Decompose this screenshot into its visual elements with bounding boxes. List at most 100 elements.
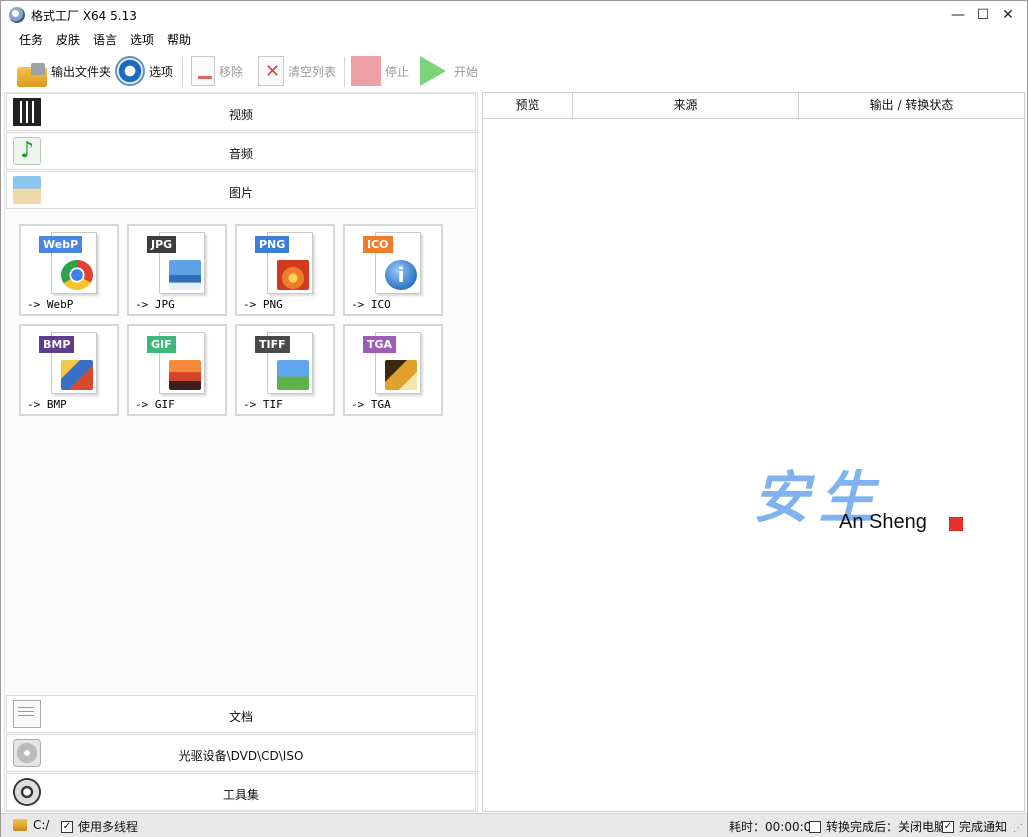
category-tools[interactable]: 工具集 bbox=[6, 773, 476, 811]
options-label: 选项 bbox=[149, 64, 174, 79]
info-icon: i bbox=[385, 260, 417, 290]
category-audio[interactable]: 音频 bbox=[6, 132, 476, 170]
format-tile-webp[interactable]: WebP -> WebP bbox=[19, 224, 119, 316]
column-preview[interactable]: 预览 bbox=[483, 93, 573, 118]
format-tile-tga[interactable]: TGA -> TGA bbox=[343, 324, 443, 416]
output-folder-button[interactable]: 输出文件夹 bbox=[17, 55, 111, 87]
play-icon bbox=[420, 56, 446, 86]
folder-icon bbox=[13, 819, 27, 831]
toolbar: 输出文件夹 选项 移除 清空列表 停止 开始 bbox=[1, 51, 1027, 91]
output-folder-label: 输出文件夹 bbox=[51, 64, 112, 79]
menu-task[interactable]: 任务 bbox=[19, 31, 43, 48]
stop-button[interactable]: 停止 bbox=[351, 55, 409, 87]
category-disc[interactable]: 光驱设备\DVD\CD\ISO bbox=[6, 734, 476, 772]
multithread-label: 使用多线程 bbox=[78, 820, 139, 834]
after-done-checkbox[interactable]: 转换完成后：关闭电脑 bbox=[809, 818, 946, 835]
menu-skin[interactable]: 皮肤 bbox=[56, 31, 80, 48]
format-label: -> TIF bbox=[243, 398, 283, 411]
multithread-checkbox[interactable]: ✓ 使用多线程 bbox=[61, 818, 138, 835]
format-tile-png[interactable]: PNG -> PNG bbox=[235, 224, 335, 316]
notify-checkbox[interactable]: ✓ 完成通知 bbox=[942, 818, 1007, 835]
meadow-photo-icon bbox=[277, 360, 309, 390]
category-panel: 视频 音频 图片 WebP -> WebP JPG -> JPG PNG -> bbox=[4, 92, 478, 812]
remove-label: 移除 bbox=[219, 64, 244, 79]
options-icon bbox=[115, 56, 145, 86]
elapsed-time: 耗时：00:00:00 bbox=[729, 818, 819, 835]
format-badge: BMP bbox=[39, 336, 75, 353]
start-button[interactable]: 开始 bbox=[420, 55, 478, 87]
toolbar-divider bbox=[182, 57, 183, 87]
app-window: 格式工厂 X64 5.13 — ☐ ✕ 任务 皮肤 语言 选项 帮助 输出文件夹… bbox=[0, 0, 1028, 837]
category-label: 光驱设备\DVD\CD\ISO bbox=[178, 749, 304, 763]
format-badge: TGA bbox=[363, 336, 397, 353]
category-label: 音频 bbox=[228, 147, 253, 161]
autumn-photo-icon bbox=[385, 360, 417, 390]
toolbar-divider bbox=[344, 57, 345, 87]
paint-icon bbox=[61, 360, 93, 390]
category-video[interactable]: 视频 bbox=[6, 93, 476, 131]
drive-label: C:/ bbox=[33, 818, 50, 832]
menu-options[interactable]: 选项 bbox=[130, 31, 154, 48]
format-badge: WebP bbox=[39, 236, 83, 253]
category-label: 图片 bbox=[228, 186, 253, 200]
menu-bar: 任务 皮肤 语言 选项 帮助 bbox=[1, 29, 1027, 49]
category-document[interactable]: 文档 bbox=[6, 695, 476, 733]
task-list-panel[interactable]: 预览 来源 输出 / 转换状态 安生 An Sheng bbox=[482, 92, 1025, 812]
watermark-english: An Sheng bbox=[839, 511, 927, 533]
stop-label: 停止 bbox=[385, 64, 410, 79]
category-label: 视频 bbox=[228, 108, 253, 122]
format-badge: TIFF bbox=[255, 336, 290, 353]
close-button[interactable]: ✕ bbox=[985, 1, 1028, 29]
format-label: -> ICO bbox=[351, 298, 391, 311]
start-label: 开始 bbox=[454, 64, 479, 79]
checkbox-checked-icon: ✓ bbox=[942, 820, 954, 833]
format-label: -> BMP bbox=[27, 398, 67, 411]
landscape-photo-icon bbox=[169, 260, 201, 290]
stop-icon bbox=[351, 56, 381, 86]
clear-list-label: 清空列表 bbox=[288, 64, 337, 79]
chrome-icon bbox=[61, 260, 93, 290]
watermark-logo: 安生 An Sheng bbox=[753, 453, 983, 533]
format-label: -> JPG bbox=[135, 298, 175, 311]
format-label: -> TGA bbox=[351, 398, 391, 411]
elapsed-time-text: 耗时：00:00:00 bbox=[729, 820, 819, 834]
format-label: -> GIF bbox=[135, 398, 175, 411]
format-badge: JPG bbox=[147, 236, 177, 253]
flower-photo-icon bbox=[277, 260, 309, 290]
format-tile-jpg[interactable]: JPG -> JPG bbox=[127, 224, 227, 316]
format-tile-tif[interactable]: TIFF -> TIF bbox=[235, 324, 335, 416]
title-bar: 格式工厂 X64 5.13 — ☐ ✕ bbox=[1, 1, 1027, 29]
format-badge: ICO bbox=[363, 236, 393, 253]
output-drive[interactable]: C:/ bbox=[13, 818, 49, 832]
category-label: 文档 bbox=[228, 710, 253, 724]
notify-label: 完成通知 bbox=[959, 820, 1008, 834]
resize-grip-icon[interactable]: ⋰ bbox=[1013, 823, 1023, 834]
list-header: 预览 来源 输出 / 转换状态 bbox=[483, 93, 1024, 119]
clear-list-icon bbox=[258, 56, 284, 86]
format-label: -> WebP bbox=[27, 298, 74, 311]
category-label: 工具集 bbox=[222, 788, 259, 802]
menu-language[interactable]: 语言 bbox=[93, 31, 117, 48]
clear-list-button[interactable]: 清空列表 bbox=[258, 55, 336, 87]
format-label: -> PNG bbox=[243, 298, 283, 311]
remove-button[interactable]: 移除 bbox=[191, 55, 243, 87]
format-badge: PNG bbox=[255, 236, 290, 253]
window-title: 格式工厂 X64 5.13 bbox=[31, 9, 137, 23]
format-tile-ico[interactable]: ICO i -> ICO bbox=[343, 224, 443, 316]
options-button[interactable]: 选项 bbox=[115, 55, 173, 87]
status-bar: C:/ ✓ 使用多线程 耗时：00:00:00 转换完成后：关闭电脑 ✓ 完成通… bbox=[1, 813, 1027, 837]
folder-icon bbox=[17, 63, 47, 87]
checkbox-unchecked-icon bbox=[809, 820, 821, 833]
format-tile-gif[interactable]: GIF -> GIF bbox=[127, 324, 227, 416]
sunset-photo-icon bbox=[169, 360, 201, 390]
column-source[interactable]: 来源 bbox=[573, 93, 799, 118]
column-output-status[interactable]: 输出 / 转换状态 bbox=[799, 93, 1024, 118]
watermark-square bbox=[949, 517, 963, 531]
remove-icon bbox=[191, 56, 215, 86]
format-tile-bmp[interactable]: BMP -> BMP bbox=[19, 324, 119, 416]
category-image[interactable]: 图片 bbox=[6, 171, 476, 209]
after-done-label: 转换完成后：关闭电脑 bbox=[826, 820, 947, 834]
menu-help[interactable]: 帮助 bbox=[167, 31, 191, 48]
app-logo-icon bbox=[9, 7, 25, 23]
format-badge: GIF bbox=[147, 336, 176, 353]
